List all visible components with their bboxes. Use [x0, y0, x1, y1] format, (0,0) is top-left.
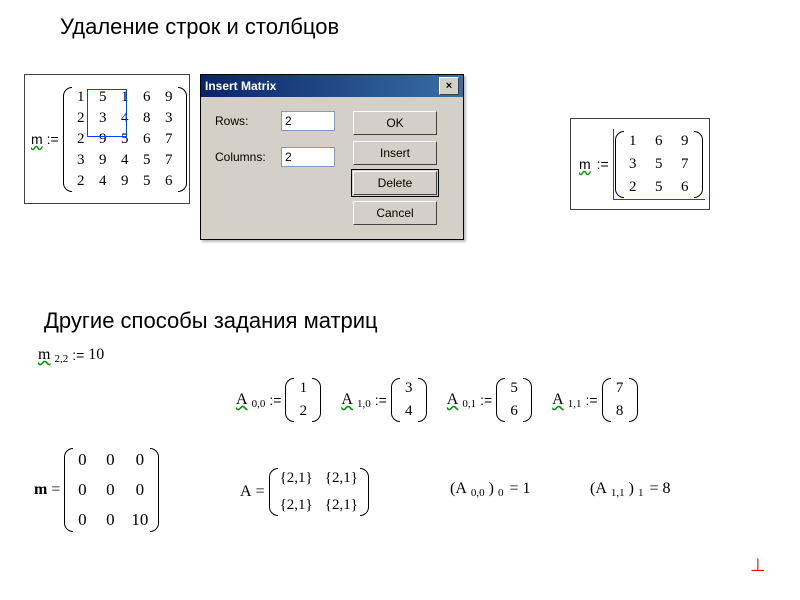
matrix-cell: 2 — [74, 131, 88, 148]
matrix-5x5: 1516923483295673945724956 — [63, 87, 187, 192]
matrix-cell: 5 — [507, 380, 521, 397]
matrix-cell: 6 — [652, 133, 666, 150]
matrix-cell: 8 — [613, 403, 627, 420]
matrix-cell: 6 — [678, 179, 692, 196]
matrix-cell: 9 — [96, 131, 110, 148]
matrix-cell: 0 — [103, 480, 117, 500]
matrix-m-define-5x5: m := 1516923483295673945724956 — [24, 74, 190, 204]
matrix-cell: 5 — [652, 156, 666, 173]
matrix-cell: 3 — [96, 110, 110, 127]
columns-label: Columns: — [215, 150, 271, 164]
trailing-cursor-icon: ⊥ — [750, 555, 766, 576]
matrix-cell: {2,1} — [280, 470, 313, 487]
matrix-cell: 2 — [296, 403, 310, 420]
insert-button[interactable]: Insert — [353, 141, 437, 165]
matrix-cell: 4 — [118, 152, 132, 169]
matrix-cell: 4 — [402, 403, 416, 420]
matrix-cell: 2 — [74, 110, 88, 127]
insert-matrix-dialog: Insert Matrix × Rows: Columns: OK Insert… — [200, 74, 464, 240]
matrix-cell: 0 — [103, 510, 117, 530]
matrix-cell: 7 — [678, 156, 692, 173]
vector-assignment: A0,1:=56 — [447, 378, 532, 422]
matrix-cell: 3 — [162, 110, 176, 127]
matrix-cell: 5 — [140, 152, 154, 169]
heading-other-methods: Другие способы задания матриц — [44, 308, 378, 334]
matrix-m-define-3x3: m := 169357256 — [570, 118, 710, 210]
matrix-cell: 5 — [140, 173, 154, 190]
matrix-var-m: m — [31, 131, 43, 147]
matrix-cell: {2,1} — [280, 497, 313, 514]
matrix-cell: 6 — [507, 403, 521, 420]
matrix-cell: 2 — [74, 173, 88, 190]
matrix-cell: 1 — [74, 89, 88, 106]
matrix-cell: 3 — [626, 156, 640, 173]
matrix-cell: 6 — [140, 89, 154, 106]
close-icon[interactable]: × — [439, 77, 459, 95]
matrix-cell: 4 — [118, 110, 132, 127]
vector-assignment: A0,0:=12 — [236, 378, 321, 422]
matrix-cell: 3 — [74, 152, 88, 169]
matrix-cell: 10 — [131, 510, 148, 530]
matrix-cell: 0 — [133, 480, 147, 500]
cancel-button[interactable]: Cancel — [353, 201, 437, 225]
matrix-3x3: 169357256 — [615, 131, 703, 198]
dialog-titlebar[interactable]: Insert Matrix × — [201, 75, 463, 97]
matrix-var-m: m — [579, 156, 591, 172]
matrix-cell: 8 — [140, 110, 154, 127]
matrix-cell: 0 — [133, 450, 147, 470]
matrix-cell: 3 — [402, 380, 416, 397]
matrix-cell: 9 — [162, 89, 176, 106]
rows-input[interactable] — [281, 111, 335, 131]
matrix-cell: 5 — [652, 179, 666, 196]
matrix-cell: 6 — [162, 173, 176, 190]
rows-label: Rows: — [215, 114, 271, 128]
matrix-cell: 0 — [75, 480, 89, 500]
vector-assignments-row: A0,0:=12 A1,0:=34 A0,1:=56 A1,1:=78 — [236, 378, 638, 422]
matrix-cell: 0 — [75, 450, 89, 470]
vector-assignment: A1,1:=78 — [552, 378, 637, 422]
matrix-cell: 0 — [103, 450, 117, 470]
assign-m22: m2,2 := 10 — [38, 346, 104, 364]
A-result: A = {2,1}{2,1}{2,1}{2,1} — [240, 468, 369, 516]
matrix-cell: 4 — [96, 173, 110, 190]
assign-op: := — [597, 156, 609, 172]
delete-button[interactable]: Delete — [353, 171, 437, 195]
vector-assignment: A1,0:=34 — [341, 378, 426, 422]
assign-op: := — [47, 131, 59, 147]
matrix-cell: 9 — [118, 173, 132, 190]
matrix-cell: {2,1} — [325, 497, 358, 514]
dialog-title: Insert Matrix — [205, 79, 276, 93]
ok-button[interactable]: OK — [353, 111, 437, 135]
matrix-cell: 1 — [626, 133, 640, 150]
m-result: m = 0000000010 — [34, 448, 159, 532]
matrix-cell: 7 — [613, 380, 627, 397]
matrix-cell: 5 — [118, 131, 132, 148]
matrix-cell: 9 — [96, 152, 110, 169]
matrix-cell: 9 — [678, 133, 692, 150]
matrix-cell: 0 — [75, 510, 89, 530]
columns-input[interactable] — [281, 147, 335, 167]
matrix-cell: {2,1} — [325, 470, 358, 487]
matrix-cell: 7 — [162, 152, 176, 169]
heading-delete-rows-cols: Удаление строк и столбцов — [60, 14, 339, 40]
matrix-cell: 7 — [162, 131, 176, 148]
matrix-cell: 1 — [296, 380, 310, 397]
matrix-cell: 5 — [96, 89, 110, 106]
elem-A00-0: (A0,0)0 = 1 — [450, 480, 531, 498]
matrix-cell: 1 — [118, 89, 132, 106]
matrix-cell: 6 — [140, 131, 154, 148]
matrix-cell: 2 — [626, 179, 640, 196]
elem-A11-1: (A1,1)1 = 8 — [590, 480, 671, 498]
